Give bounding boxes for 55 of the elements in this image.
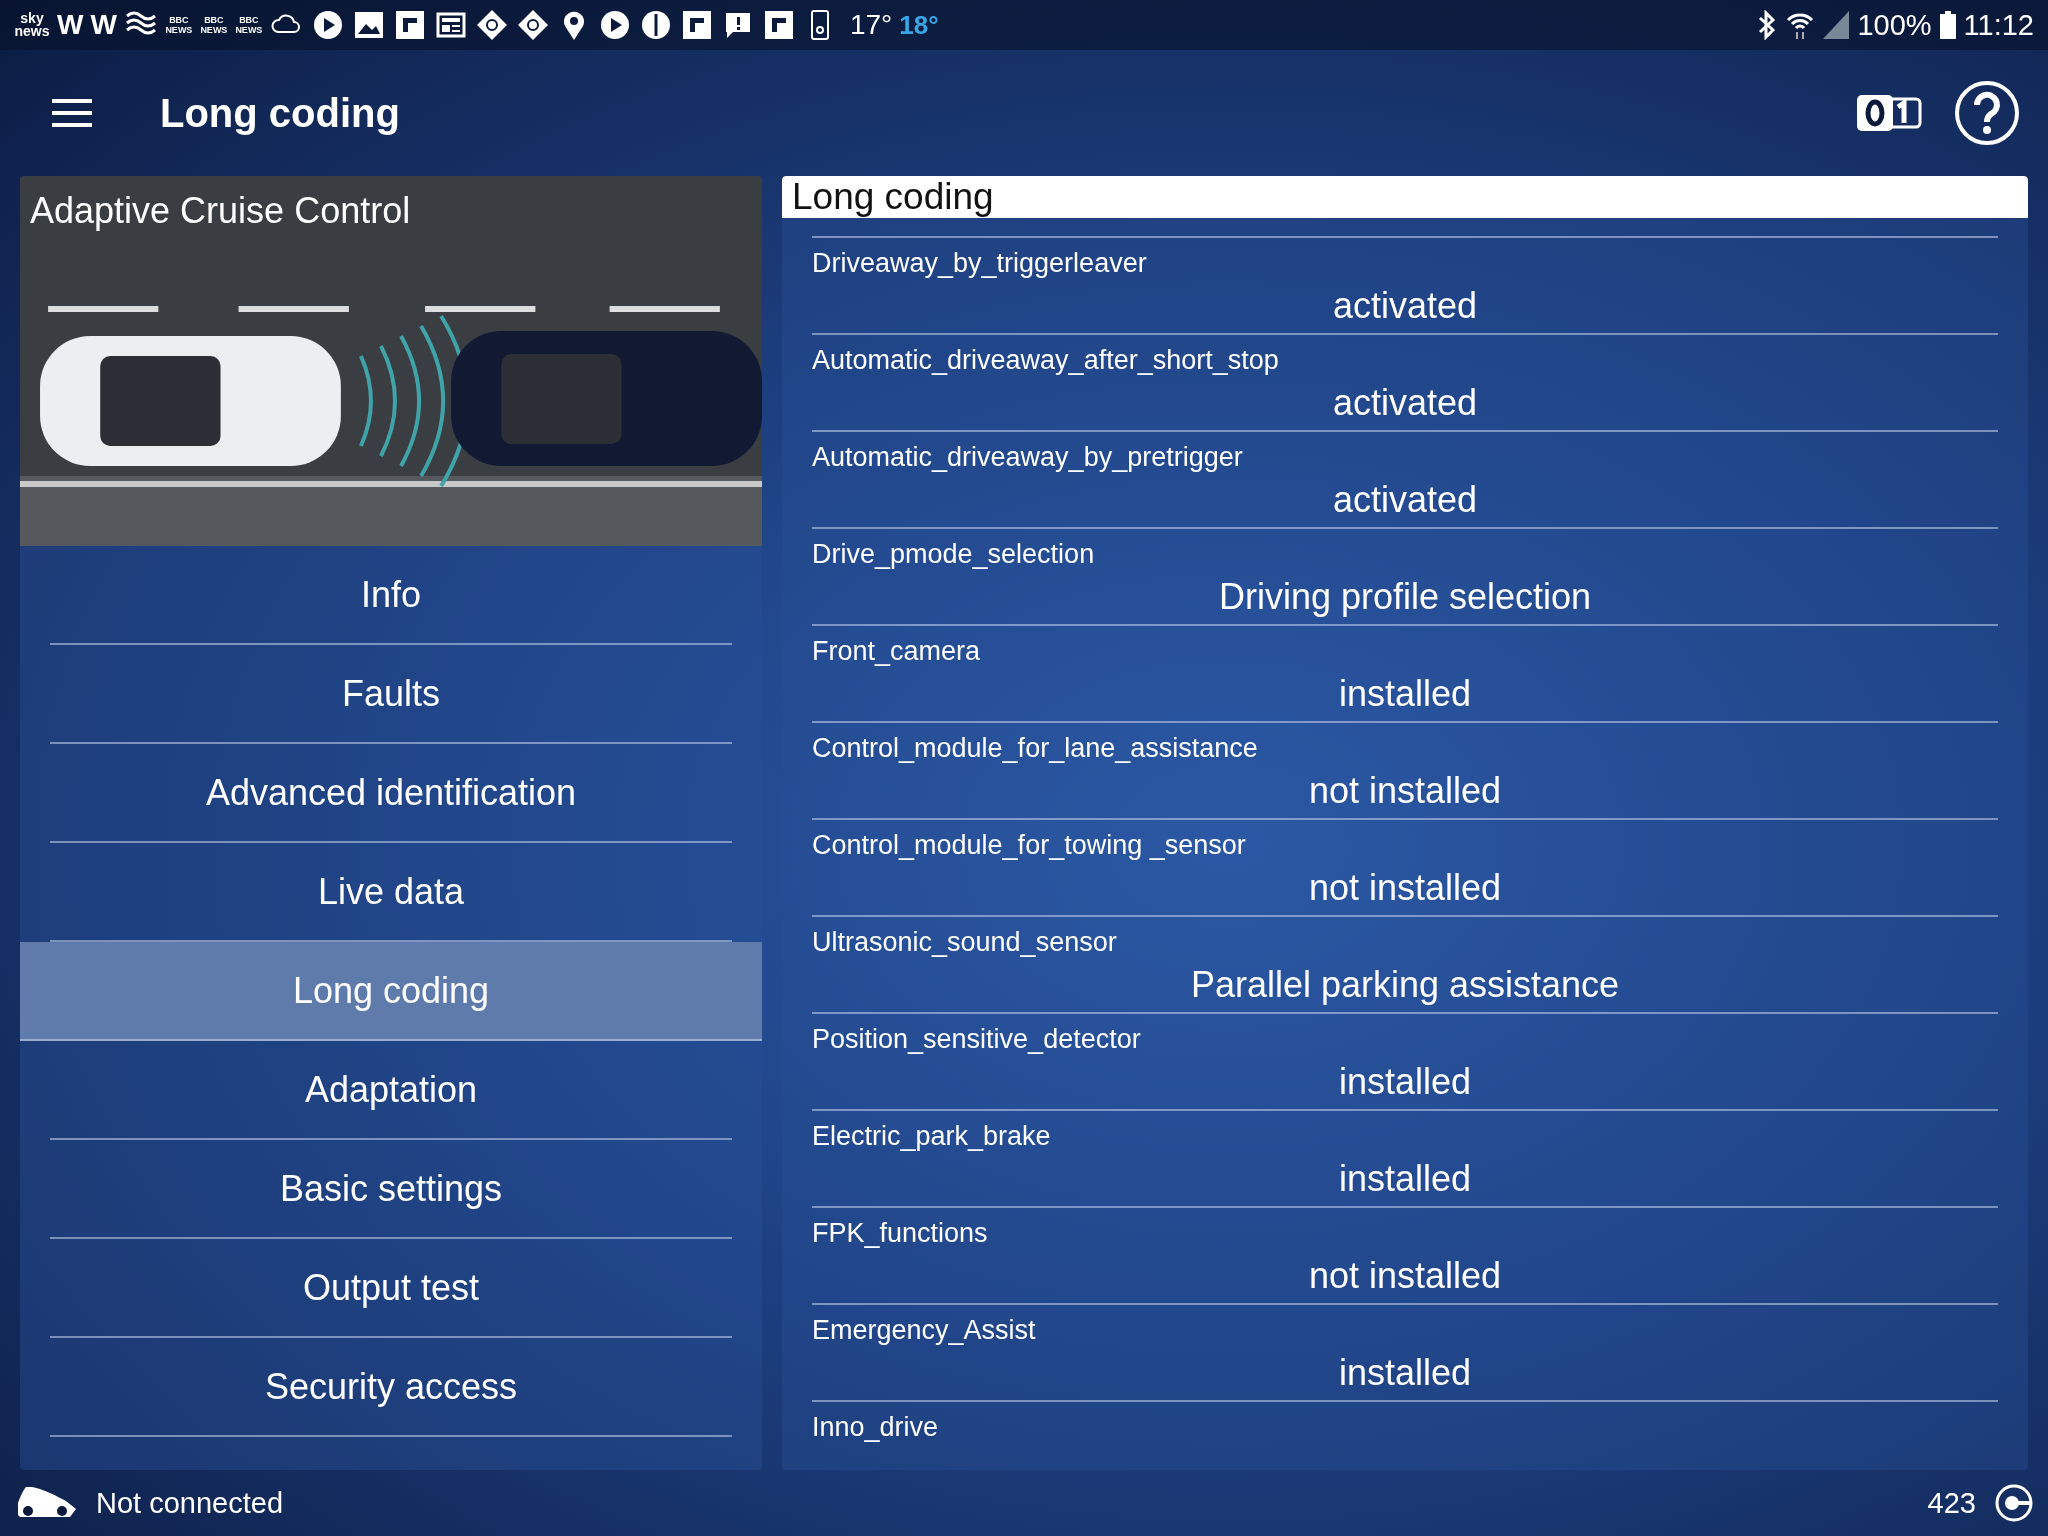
app-logo-text: sky news xyxy=(14,12,50,38)
battery-icon xyxy=(1939,11,1956,39)
panel-title: Long coding xyxy=(782,176,2028,218)
temperature-text: 18° xyxy=(899,9,939,41)
coding-label: Automatic_driveaway_after_short_stop xyxy=(812,344,1280,376)
menu-item[interactable]: Output test xyxy=(50,1239,732,1338)
coding-value[interactable]: installed xyxy=(812,1061,1998,1103)
menu-item[interactable]: Faults xyxy=(50,645,732,744)
coding-value[interactable]: activated xyxy=(812,479,1998,521)
coding-label: Drive_pmode_selection xyxy=(812,538,1096,570)
coding-label: Inno_drive xyxy=(812,1411,940,1443)
coding-label: Position_sensitive_detector xyxy=(812,1023,1142,1055)
menu-icon[interactable] xyxy=(52,98,92,128)
coding-value[interactable]: activated xyxy=(812,382,1998,424)
coding-label: Driveaway_by_triggerleaver xyxy=(812,247,1148,279)
clock-time: 11:12 xyxy=(1963,8,2034,42)
coding-label: Electric_park_brake xyxy=(812,1120,1052,1152)
coding-label: Emergency_Assist xyxy=(812,1314,1037,1346)
coding-value[interactable]: installed xyxy=(812,673,1998,715)
menu-item[interactable]: Basic settings xyxy=(50,1140,732,1239)
coding-label: Front_camera xyxy=(812,635,982,667)
connection-status: Not connected xyxy=(96,1486,283,1520)
coding-value[interactable]: not installed xyxy=(812,1255,1998,1297)
coding-value[interactable]: not installed xyxy=(812,770,1998,812)
menu-item[interactable]: Long coding xyxy=(20,942,762,1041)
temperature-text: 17° xyxy=(849,9,893,41)
coding-label: Automatic_driveaway_by_pretrigger xyxy=(812,441,1244,473)
binary-toggle-icon[interactable] xyxy=(1856,93,1922,133)
page-title: Long coding xyxy=(160,90,400,136)
coding-value[interactable]: installed xyxy=(812,1352,1998,1394)
coding-label: FPK_functions xyxy=(812,1217,989,1249)
coding-value[interactable]: Parallel parking assistance xyxy=(812,964,1998,1006)
app-logo-text: W xyxy=(57,9,84,41)
coding-label: Ultrasonic_sound_sensor xyxy=(812,926,1118,958)
app-logo-text: BBC NEWS xyxy=(164,15,193,35)
bluetooth-icon xyxy=(1757,10,1778,40)
coding-value[interactable]: Driving profile selection xyxy=(812,576,1998,618)
battery-percent: 100% xyxy=(1857,8,1932,42)
coding-value[interactable]: not installed xyxy=(812,867,1998,909)
menu-item[interactable]: Adaptation xyxy=(50,1041,732,1140)
coding-label: Control_module_for_towing _sensor xyxy=(812,829,1247,861)
app-logo-text: BBC NEWS xyxy=(199,15,228,35)
app-logo-text: BBC NEWS xyxy=(234,15,263,35)
coding-value[interactable]: installed xyxy=(812,1158,1998,1200)
coding-label: Control_module_for_lane_assistance xyxy=(812,732,1259,764)
coding-value[interactable]: activated xyxy=(812,285,1998,327)
help-icon[interactable] xyxy=(1954,80,2020,146)
menu-item[interactable]: Info xyxy=(50,546,732,645)
module-title: Adaptive Cruise Control xyxy=(30,190,411,232)
counter-text: 423 xyxy=(1927,1486,1976,1520)
signal-icon xyxy=(1823,11,1850,39)
menu-item[interactable]: Security access xyxy=(50,1338,732,1437)
menu-item[interactable]: Advanced identification xyxy=(50,744,732,843)
app-logo-text: W xyxy=(90,9,117,41)
circle-logo-icon xyxy=(1994,1483,2034,1523)
